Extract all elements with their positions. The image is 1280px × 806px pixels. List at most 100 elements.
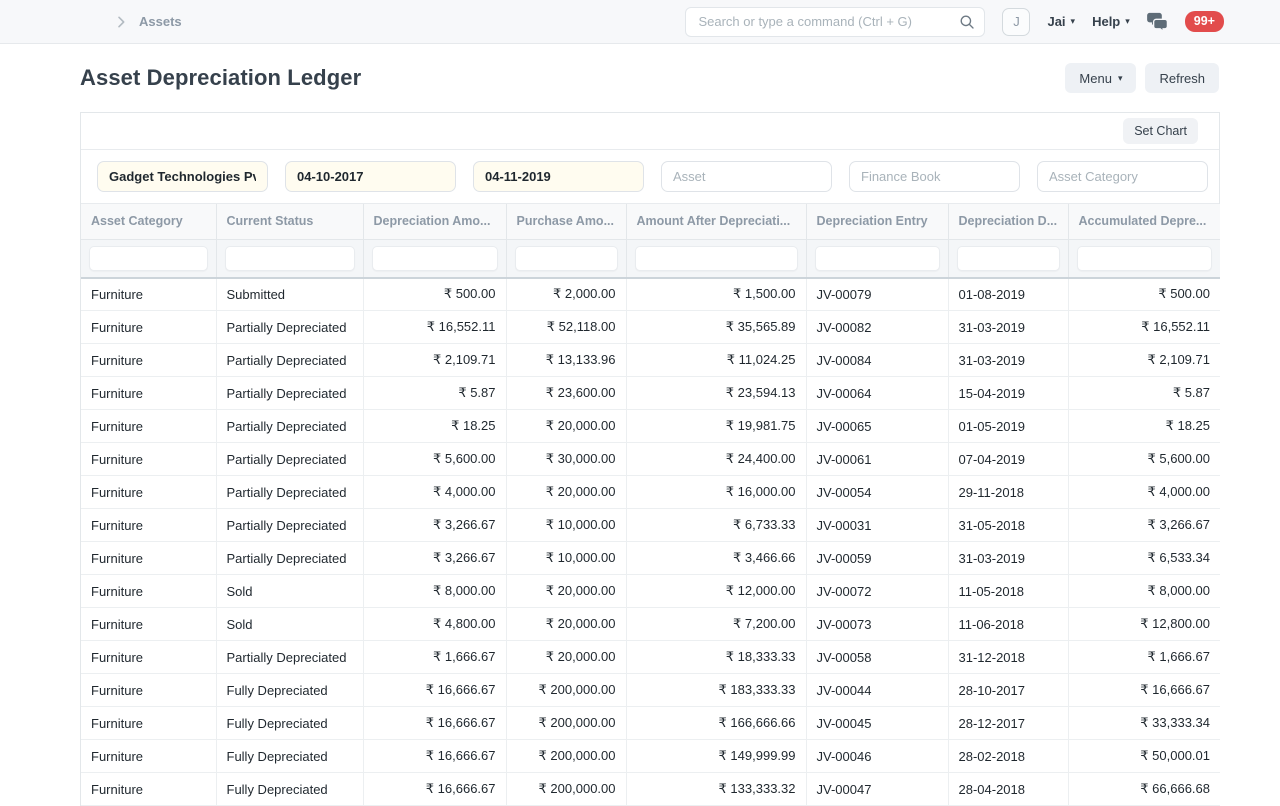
finance-book-filter[interactable] (849, 161, 1020, 192)
table-cell: ₹ 3,466.66 (626, 542, 806, 575)
table-cell: Sold (216, 575, 363, 608)
column-header[interactable]: Current Status (216, 204, 363, 239)
table-cell: ₹ 183,333.33 (626, 674, 806, 707)
table-cell: ₹ 52,118.00 (506, 311, 626, 344)
table-cell: Partially Depreciated (216, 344, 363, 377)
column-header[interactable]: Accumulated Depre... (1068, 204, 1220, 239)
table-cell: ₹ 200,000.00 (506, 740, 626, 773)
table-cell: ₹ 12,800.00 (1068, 608, 1220, 641)
column-header[interactable]: Depreciation Amo... (363, 204, 506, 239)
depreciation-entry-link[interactable]: JV-00079 (806, 278, 948, 311)
table-cell: ₹ 16,552.11 (1068, 311, 1220, 344)
depreciation-entry-link[interactable]: JV-00061 (806, 443, 948, 476)
column-filter-input[interactable] (957, 246, 1060, 271)
depreciation-entry-link[interactable]: JV-00058 (806, 641, 948, 674)
table-row: FurniturePartially Depreciated₹ 16,552.1… (81, 311, 1220, 344)
column-filter-input[interactable] (515, 246, 618, 271)
help-menu[interactable]: Help ▾ (1092, 14, 1130, 29)
menu-button-label: Menu (1079, 71, 1112, 86)
notification-badge[interactable]: 99+ (1185, 11, 1224, 32)
table-cell: ₹ 16,666.67 (363, 740, 506, 773)
column-filter-input[interactable] (225, 246, 355, 271)
table-cell: 28-02-2018 (948, 740, 1068, 773)
table-cell: 07-04-2019 (948, 443, 1068, 476)
column-filter-input[interactable] (89, 246, 208, 271)
table-cell: Partially Depreciated (216, 542, 363, 575)
column-filter-input[interactable] (1077, 246, 1213, 271)
table-header-row: Asset CategoryCurrent StatusDepreciation… (81, 204, 1220, 239)
table-cell: ₹ 6,733.33 (626, 509, 806, 542)
table-cell: Furniture (81, 740, 216, 773)
table-cell: ₹ 50,000.01 (1068, 740, 1220, 773)
table-cell: Furniture (81, 773, 216, 806)
asset-category-filter[interactable] (1037, 161, 1208, 192)
table-cell: Furniture (81, 542, 216, 575)
depreciation-entry-link[interactable]: JV-00082 (806, 311, 948, 344)
avatar[interactable]: J (1002, 8, 1030, 36)
column-filter-cell (1068, 239, 1220, 278)
table-cell: ₹ 4,800.00 (363, 608, 506, 641)
table-cell: ₹ 18.25 (1068, 410, 1220, 443)
depreciation-entry-link[interactable]: JV-00031 (806, 509, 948, 542)
table-row: FurnitureSubmitted₹ 500.00₹ 2,000.00₹ 1,… (81, 278, 1220, 311)
depreciation-entry-link[interactable]: JV-00064 (806, 377, 948, 410)
table-cell: 31-05-2018 (948, 509, 1068, 542)
table-cell: ₹ 11,024.25 (626, 344, 806, 377)
table-cell: ₹ 7,200.00 (626, 608, 806, 641)
to-date-filter[interactable] (473, 161, 644, 192)
chat-icon[interactable] (1147, 12, 1168, 31)
asset-filter[interactable] (661, 161, 832, 192)
column-header[interactable]: Purchase Amo... (506, 204, 626, 239)
table-cell: ₹ 10,000.00 (506, 542, 626, 575)
table-cell: ₹ 2,109.71 (1068, 344, 1220, 377)
table-cell: ₹ 20,000.00 (506, 476, 626, 509)
table-cell: ₹ 2,000.00 (506, 278, 626, 311)
set-chart-button[interactable]: Set Chart (1123, 118, 1198, 144)
table-cell: Furniture (81, 509, 216, 542)
global-search (685, 7, 985, 37)
table-cell: ₹ 18.25 (363, 410, 506, 443)
table-cell: ₹ 1,666.67 (363, 641, 506, 674)
depreciation-entry-link[interactable]: JV-00045 (806, 707, 948, 740)
column-filter-input[interactable] (815, 246, 940, 271)
table-cell: Partially Depreciated (216, 443, 363, 476)
from-date-filter[interactable] (285, 161, 456, 192)
help-menu-label: Help (1092, 14, 1120, 29)
depreciation-entry-link[interactable]: JV-00047 (806, 773, 948, 806)
depreciation-entry-link[interactable]: JV-00054 (806, 476, 948, 509)
search-input[interactable] (685, 7, 985, 37)
depreciation-entry-link[interactable]: JV-00072 (806, 575, 948, 608)
column-header[interactable]: Amount After Depreciati... (626, 204, 806, 239)
table-cell: Submitted (216, 278, 363, 311)
column-filter-input[interactable] (635, 246, 798, 271)
table-cell: ₹ 19,981.75 (626, 410, 806, 443)
search-icon (958, 13, 976, 34)
depreciation-entry-link[interactable]: JV-00059 (806, 542, 948, 575)
table-cell: Partially Depreciated (216, 377, 363, 410)
table-row: FurnitureSold₹ 4,800.00₹ 20,000.00₹ 7,20… (81, 608, 1220, 641)
user-menu[interactable]: Jai ▾ (1047, 14, 1075, 29)
refresh-button[interactable]: Refresh (1145, 63, 1219, 93)
breadcrumb: Assets (113, 14, 182, 30)
depreciation-entry-link[interactable]: JV-00084 (806, 344, 948, 377)
company-filter[interactable] (97, 161, 268, 192)
column-header[interactable]: Asset Category (81, 204, 216, 239)
user-menu-label: Jai (1047, 14, 1065, 29)
table-cell: ₹ 16,666.67 (1068, 674, 1220, 707)
table-cell: ₹ 3,266.67 (363, 542, 506, 575)
report-container: Set Chart Asset CategoryCurrent StatusDe… (80, 112, 1220, 806)
column-header[interactable]: Depreciation D... (948, 204, 1068, 239)
table-cell: 28-12-2017 (948, 707, 1068, 740)
table-cell: ₹ 18,333.33 (626, 641, 806, 674)
breadcrumb-assets-link[interactable]: Assets (139, 14, 182, 29)
menu-button[interactable]: Menu ▾ (1065, 63, 1136, 93)
table-cell: ₹ 8,000.00 (363, 575, 506, 608)
depreciation-entry-link[interactable]: JV-00044 (806, 674, 948, 707)
column-header[interactable]: Depreciation Entry (806, 204, 948, 239)
table-row: FurnitureFully Depreciated₹ 16,666.67₹ 2… (81, 740, 1220, 773)
table-cell: ₹ 23,594.13 (626, 377, 806, 410)
depreciation-entry-link[interactable]: JV-00046 (806, 740, 948, 773)
depreciation-entry-link[interactable]: JV-00073 (806, 608, 948, 641)
column-filter-input[interactable] (372, 246, 498, 271)
depreciation-entry-link[interactable]: JV-00065 (806, 410, 948, 443)
